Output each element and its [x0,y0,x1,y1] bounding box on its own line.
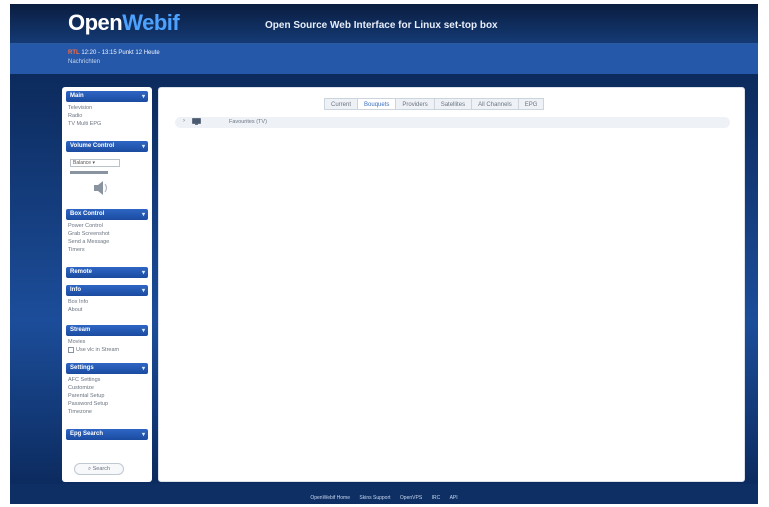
sidebar-section-settings[interactable]: Settings ▾ [66,363,148,374]
footer-link-skins[interactable]: Skins Support [359,495,390,501]
now-playing-line: RTL 12:20 - 13:15 Punkt 12 Heute [68,50,160,56]
sidebar-item-timers[interactable]: Timers [68,247,85,253]
now-playing-channel[interactable]: RTL [68,50,80,56]
section-title: Settings [70,365,94,371]
expand-icon[interactable]: › [183,118,185,124]
chevron-down-icon: ▾ [141,432,145,438]
sidebar-section-volume[interactable]: Volume Control ▾ [66,141,148,152]
sidebar-item-power-control[interactable]: Power Control [68,223,103,229]
sidebar-item-send-message[interactable]: Send a Message [68,239,109,245]
logo-text-webif: Webif [122,10,180,35]
sidebar-item-tv-multi-epg[interactable]: TV Multi EPG [68,121,101,127]
logo-text-open: Open [68,10,123,35]
chevron-down-icon: ▾ [141,366,145,372]
sidebar: Main ▾ Television Radio TV Multi EPG Volu… [62,87,152,482]
sidebar-item-parental-setup[interactable]: Parental Setup [68,393,104,399]
bouquet-label: Favourites (TV) [229,119,267,125]
sidebar-section-info[interactable]: Info ▾ [66,285,148,296]
tab-bar: Current Bouquets Providers Satellites Al… [324,98,545,110]
sidebar-item-television[interactable]: Television [68,105,92,111]
volume-select-value: Balance [73,160,92,166]
section-title: Epg Search [70,431,104,437]
main-panel: Current Bouquets Providers Satellites Al… [158,87,745,482]
tagline: Open Source Web Interface for Linux set-… [265,20,498,31]
sidebar-item-timezone[interactable]: Timezone [68,409,92,415]
vlc-checkbox[interactable] [68,347,74,353]
tv-icon [192,118,201,125]
tab-current[interactable]: Current [324,98,358,110]
now-playing-title: 12:20 - 13:15 Punkt 12 Heute [81,50,160,56]
header-bar: OpenWebif Open Source Web Interface for … [10,4,758,44]
sidebar-item-movies[interactable]: Movies [68,339,85,345]
sidebar-item-grab-screenshot[interactable]: Grab Screenshot [68,231,110,237]
vlc-checkbox-label: Use vlc in Stream [76,347,120,353]
footer: OpenWebif Home Skins Support OpenVPS IRC… [10,486,758,504]
section-title: Box Control [70,211,105,217]
speaker-icon[interactable] [92,179,110,197]
sidebar-section-stream[interactable]: Stream ▾ [66,325,148,336]
chevron-down-icon: ▾ [141,270,145,276]
footer-links: OpenWebif Home Skins Support OpenVPS IRC… [306,495,461,501]
section-title: Info [70,287,81,293]
footer-link-home[interactable]: OpenWebif Home [310,495,350,501]
tab-all-channels[interactable]: All Channels [471,98,518,110]
sidebar-item-afc-settings[interactable]: AFC Settings [68,377,100,383]
footer-link-api[interactable]: API [450,495,458,501]
logo[interactable]: OpenWebif [68,10,180,36]
sidebar-section-epg-search[interactable]: Epg Search ▾ [66,429,148,440]
now-playing-subtitle: Nachrichten [68,59,101,65]
section-title: Remote [70,269,93,275]
footer-link-openvps[interactable]: OpenVPS [400,495,422,501]
sidebar-item-password-setup[interactable]: Password Setup [68,401,108,407]
list-item[interactable]: › Favourites (TV) [175,117,730,128]
section-title: Main [70,93,84,99]
volume-slider[interactable] [70,171,108,174]
chevron-down-icon: ▾ [141,144,145,150]
sidebar-item-box-info[interactable]: Box Info [68,299,88,305]
sidebar-section-box-control[interactable]: Box Control ▾ [66,209,148,220]
sidebar-section-remote[interactable]: Remote ▾ [66,267,148,278]
sidebar-section-main[interactable]: Main ▾ [66,91,148,102]
section-title: Volume Control [70,143,115,149]
footer-link-irc[interactable]: IRC [432,495,441,501]
sidebar-item-about[interactable]: About [68,307,82,313]
search-icon: ⌕ [87,466,92,472]
epg-search-button-label: Search [92,466,111,472]
sidebar-item-customize[interactable]: Customize [68,385,94,391]
tab-epg[interactable]: EPG [517,98,545,110]
tab-satellites[interactable]: Satellites [433,98,472,110]
chevron-down-icon: ▾ [141,212,145,218]
volume-select[interactable]: Balance ▾ [70,159,120,167]
chevron-down-icon: ▾ [141,328,145,334]
sidebar-item-radio[interactable]: Radio [68,113,82,119]
chevron-down-icon: ▾ [141,288,145,294]
tab-bouquets[interactable]: Bouquets [357,98,396,110]
chevron-down-icon: ▾ [141,94,145,100]
tab-providers[interactable]: Providers [395,98,434,110]
now-playing-bar: RTL 12:20 - 13:15 Punkt 12 Heute Nachric… [10,44,758,74]
app-window: OpenWebif Open Source Web Interface for … [10,4,758,504]
section-title: Stream [70,327,91,333]
epg-search-button[interactable]: ⌕ Search [74,463,124,475]
